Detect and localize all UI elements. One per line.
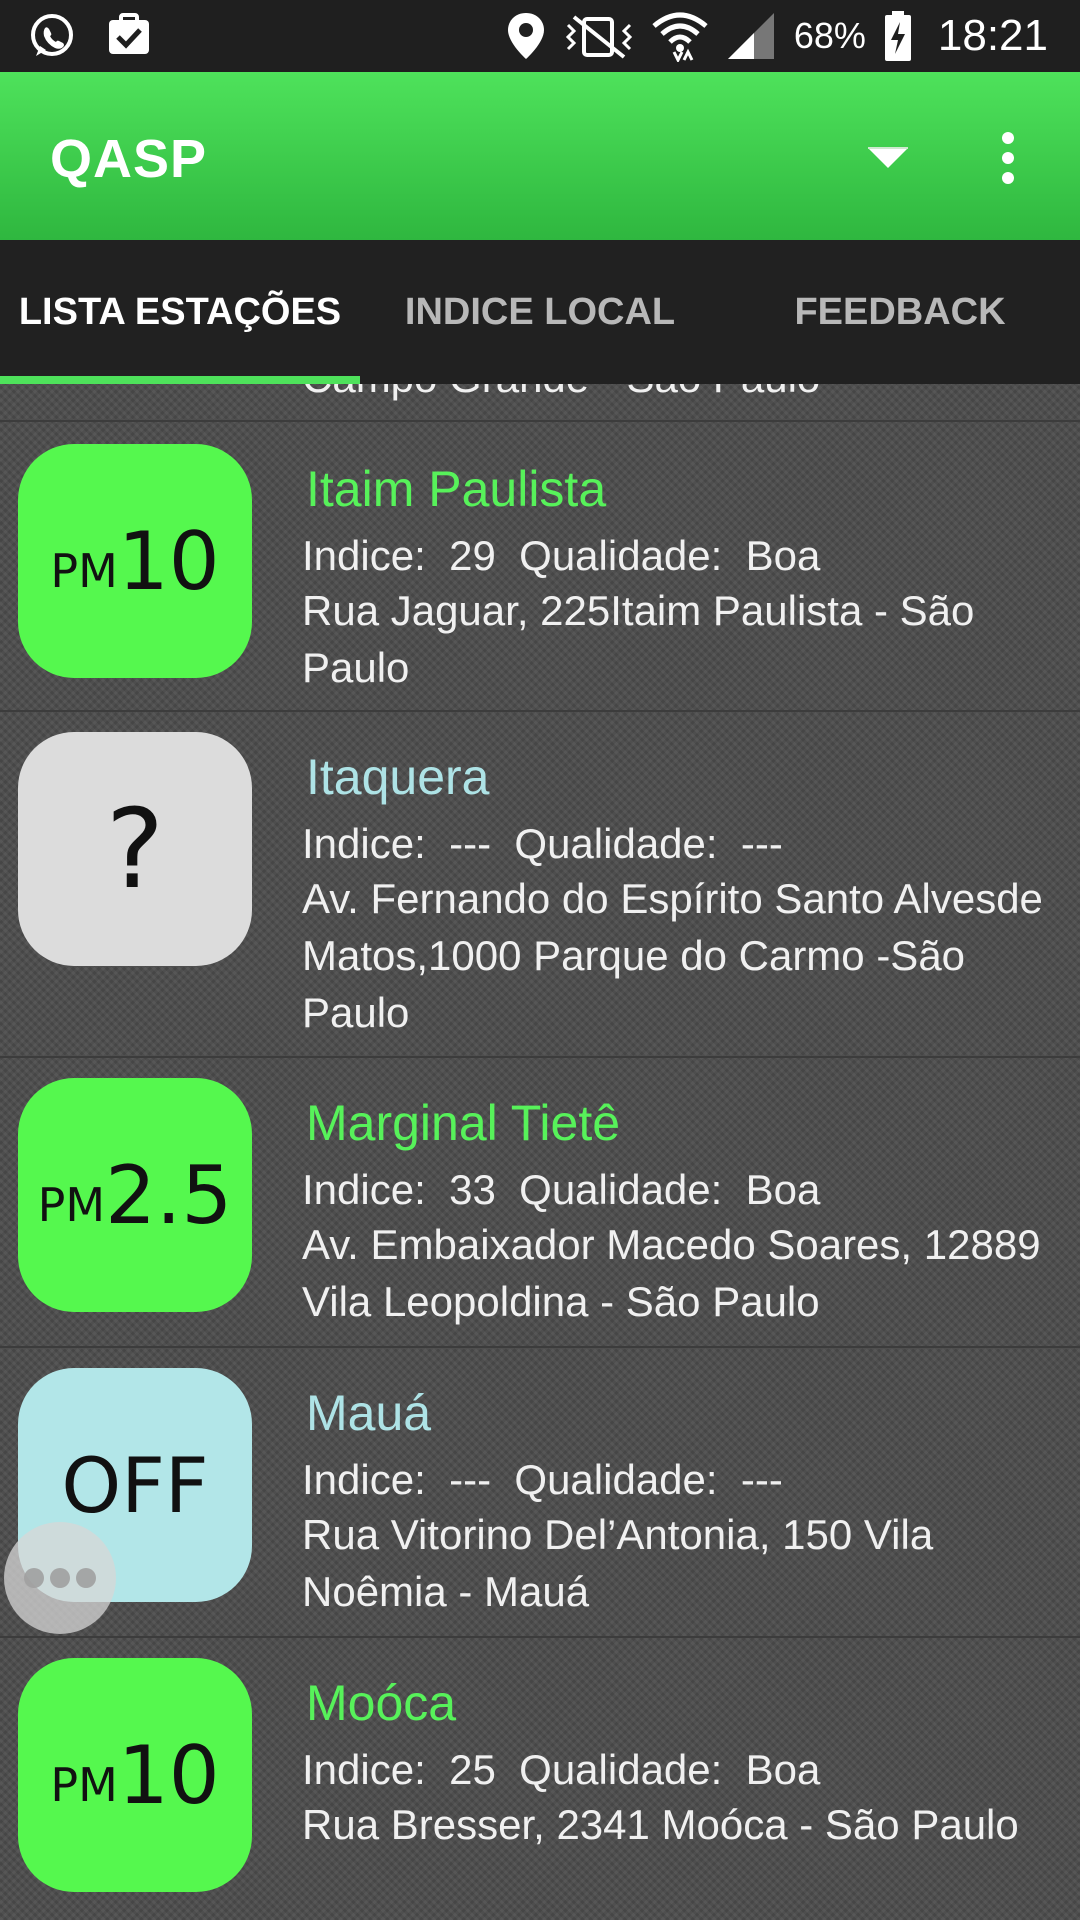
indice-value: ---: [449, 820, 492, 867]
tab-lista-estacoes[interactable]: LISTA ESTAÇÕES: [0, 240, 360, 384]
dropdown-icon[interactable]: [860, 138, 916, 178]
clock: 18:21: [937, 11, 1048, 60]
dot-icon: [76, 1568, 96, 1588]
battery-charging-icon: [884, 10, 912, 62]
indice-value: 33: [449, 1166, 496, 1213]
station-name: Moóca: [306, 1675, 457, 1731]
qualidade-value: ---: [740, 1456, 783, 1503]
floating-menu-button[interactable]: [4, 1522, 116, 1634]
station-item[interactable]: ? Itaquera Indice: --- Qualidade: --- Av…: [0, 710, 1080, 1056]
station-name: Itaquera: [306, 749, 490, 805]
indice-value: 25: [449, 1746, 496, 1793]
wifi-icon: [652, 10, 708, 62]
qualidade-value: Boa: [745, 1746, 821, 1793]
station-index-line: Indice: --- Qualidade: ---: [302, 820, 783, 867]
pm10-badge-icon: PM 10: [18, 1658, 252, 1892]
status-bar: 68% 18:21: [0, 0, 1080, 72]
station-name: Marginal Tietê: [306, 1095, 621, 1151]
station-name: Itaim Paulista: [306, 461, 607, 517]
qualidade-value: ---: [740, 820, 783, 867]
station-index-line: Indice: 29 Qualidade: Boa: [302, 532, 821, 579]
station-address: Av. Fernando do Espírito Santo Alvesde M…: [302, 875, 1043, 1036]
app-bar: QASP: [0, 72, 1080, 240]
station-item[interactable]: OFF Mauá Indice: --- Qualidade: --- Rua …: [0, 1346, 1080, 1636]
station-item[interactable]: PM 10 Moóca Indice: 25 Qualidade: Boa Rua…: [0, 1636, 1080, 1920]
station-name: Mauá: [306, 1385, 432, 1441]
dot-icon: [50, 1568, 70, 1588]
station-item[interactable]: PM 2.5 Marginal Tietê Indice: 33 Qualidad…: [0, 1056, 1080, 1346]
station-address: Rua Vitorino Del’Antonia, 150 Vila Noêmi…: [302, 1511, 934, 1615]
clipboard-check-icon: [106, 12, 152, 60]
tab-feedback[interactable]: FEEDBACK: [720, 240, 1080, 384]
vibrate-off-icon: [564, 13, 634, 59]
overflow-menu-icon[interactable]: [996, 128, 1020, 188]
station-address: Rua Jaguar, 225Itaim Paulista - São Paul…: [302, 587, 975, 691]
pm10-badge-icon: PM 10: [18, 444, 252, 678]
unknown-badge-icon: ?: [18, 732, 252, 966]
tab-indice-local[interactable]: INDICE LOCAL: [360, 240, 720, 384]
station-item[interactable]: PM 10 Itaim Paulista Indice: 29 Qualidade…: [0, 420, 1080, 710]
indice-value: ---: [449, 1456, 492, 1503]
station-address: Campo Grande - São Paulo: [302, 384, 820, 402]
dot-icon: [24, 1568, 44, 1588]
qualidade-value: Boa: [745, 1166, 821, 1213]
station-address: Rua Bresser, 2341 Moóca - São Paulo: [302, 1801, 1019, 1848]
indice-value: 29: [449, 532, 496, 579]
whatsapp-icon: [28, 12, 76, 60]
pm25-badge-icon: PM 2.5: [18, 1078, 252, 1312]
station-index-line: Indice: --- Qualidade: ---: [302, 1456, 783, 1503]
station-list[interactable]: Campo Grande - São Paulo PM10 Itaim Paul…: [0, 384, 1080, 1920]
qualidade-value: Boa: [745, 532, 821, 579]
active-tab-indicator: [0, 376, 360, 384]
station-index-line: Indice: 25 Qualidade: Boa: [302, 1746, 821, 1793]
station-index-line: Indice: 33 Qualidade: Boa: [302, 1166, 821, 1213]
battery-percentage: 68%: [793, 15, 866, 56]
tab-bar: LISTA ESTAÇÕES INDICE LOCAL FEEDBACK: [0, 240, 1080, 384]
station-address: Av. Embaixador Macedo Soares, 12889 Vila…: [302, 1221, 1041, 1325]
app-title: QASP: [50, 129, 208, 189]
location-icon: [506, 11, 546, 61]
signal-icon: [726, 11, 776, 61]
